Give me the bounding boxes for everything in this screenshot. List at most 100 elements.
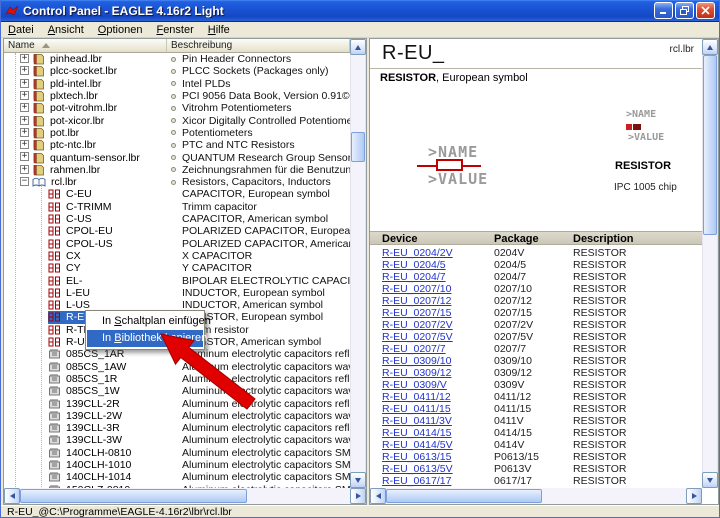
tree-item-139cll-2w[interactable]: 139CLL-2W [48, 410, 124, 422]
tree-item-pinhead.lbr[interactable]: pinhead.lbr [32, 53, 104, 65]
tree-item-085cs_1ar[interactable]: 085CS_1AR [48, 348, 126, 360]
scrollbar-thumb[interactable] [351, 132, 365, 162]
scroll-up-button[interactable] [350, 39, 366, 55]
expand-icon[interactable]: + [20, 103, 29, 112]
tree-item-140clh-0810[interactable]: 140CLH-0810 [48, 447, 133, 459]
device-link[interactable]: R-EU_0613/15 [382, 451, 451, 463]
scroll-up-button[interactable] [702, 39, 718, 55]
device-link[interactable]: R-EU_0207/12 [382, 295, 451, 307]
variant-row-r-eu_0309/v: R-EU_0309/V0309VRESISTOR [370, 379, 702, 391]
tree-item-rahmen.lbr[interactable]: rahmen.lbr [32, 164, 102, 176]
tree-item-cy[interactable]: CY [48, 262, 83, 274]
scroll-down-button[interactable] [702, 472, 718, 488]
expand-icon[interactable]: + [20, 91, 29, 100]
tree-item-085cs_1r[interactable]: 085CS_1R [48, 373, 119, 385]
tree-item-085cs_1aw[interactable]: 085CS_1AW [48, 361, 128, 373]
tree-item-l-eu[interactable]: L-EU [48, 287, 92, 299]
tree-item-plcc-socket.lbr[interactable]: plcc-socket.lbr [32, 65, 119, 77]
tree-item-label: 140CLH-1014 [64, 471, 133, 483]
menu-hilfe[interactable]: Hilfe [201, 23, 237, 37]
device-link[interactable]: R-EU_0411/15 [382, 403, 451, 415]
scroll-left-button[interactable] [370, 488, 386, 504]
description-cell: RESISTOR [573, 415, 626, 427]
package-cell: 0414V [494, 439, 524, 451]
device-link[interactable]: R-EU_0207/2V [382, 319, 453, 331]
scroll-right-button[interactable] [686, 488, 702, 504]
tree-item-rcl.lbr[interactable]: rcl.lbr [32, 176, 79, 188]
menu-datei[interactable]: Datei [1, 23, 41, 37]
device-icon [48, 238, 61, 250]
device-link[interactable]: R-EU_0411/12 [382, 391, 451, 403]
tree-row-cx: CXX CAPACITOR [5, 250, 350, 262]
expand-icon[interactable]: + [20, 54, 29, 63]
close-button[interactable] [696, 2, 715, 19]
expand-icon[interactable]: + [20, 128, 29, 137]
library-icon [32, 53, 45, 65]
tree-item-085cs_1w[interactable]: 085CS_1W [48, 385, 122, 397]
scroll-down-button[interactable] [350, 472, 366, 488]
expand-icon[interactable]: + [20, 140, 29, 149]
device-link[interactable]: R-EU_0613/5V [382, 463, 453, 475]
tree-item-plxtech.lbr[interactable]: plxtech.lbr [32, 90, 100, 102]
tree-item-pot-xicor.lbr[interactable]: pot-xicor.lbr [32, 115, 106, 127]
tree-item-cx[interactable]: CX [48, 250, 83, 262]
expand-icon[interactable]: + [20, 79, 29, 88]
device-link[interactable]: R-EU_0411/3V [382, 415, 452, 427]
menu-fenster[interactable]: Fenster [149, 23, 200, 37]
collapse-icon[interactable]: − [20, 177, 29, 186]
device-link[interactable]: R-EU_0414/5V [382, 439, 453, 451]
tree-item-139cll-2r[interactable]: 139CLL-2R [48, 397, 122, 409]
scroll-left-button[interactable] [4, 488, 20, 504]
scrollbar-thumb[interactable] [703, 55, 717, 235]
tree-item-el-[interactable]: EL- [48, 274, 84, 286]
tree-item-c-trimm[interactable]: C-TRIMM [48, 201, 114, 213]
device-link[interactable]: R-EU_0207/10 [382, 283, 451, 295]
tree-item-cpol-us[interactable]: CPOL-US [48, 238, 115, 250]
tree-item-c-us[interactable]: C-US [48, 213, 94, 225]
device-link[interactable]: R-EU_0414/15 [382, 427, 451, 439]
expand-icon[interactable]: + [20, 152, 29, 161]
tree-item-pot.lbr[interactable]: pot.lbr [32, 127, 81, 139]
tree-item-139cll-3w[interactable]: 139CLL-3W [48, 434, 124, 446]
device-link[interactable]: R-EU_0207/15 [382, 307, 451, 319]
tree-item-pot-vitrohm.lbr[interactable]: pot-vitrohm.lbr [32, 102, 119, 114]
tree-item-c-eu[interactable]: C-EU [48, 188, 94, 200]
device-link[interactable]: R-EU_0204/7 [382, 271, 446, 283]
tree-item-140clh-1014[interactable]: 140CLH-1014 [48, 471, 133, 483]
variant-table: R-EU_0204/2V0204VRESISTORR-EU_0204/50204… [370, 247, 702, 488]
tree-vertical-scrollbar[interactable] [350, 39, 366, 488]
tree-item-cpol-eu[interactable]: CPOL-EU [48, 225, 115, 237]
detail-horizontal-scrollbar[interactable] [370, 488, 702, 504]
description-cell: RESISTOR [573, 367, 626, 379]
device-link[interactable]: R-EU_0207/5V [382, 331, 453, 343]
tree-item-140clh-1010[interactable]: 140CLH-1010 [48, 459, 133, 471]
expand-icon[interactable]: + [20, 116, 29, 125]
column-header-description[interactable]: Beschreibung [167, 39, 350, 53]
expand-icon[interactable]: + [20, 165, 29, 174]
tree-item-quantum-sensor.lbr[interactable]: quantum-sensor.lbr [32, 151, 142, 163]
device-link[interactable]: R-EU_0617/17 [382, 475, 451, 487]
device-link[interactable]: R-EU_0309/12 [382, 367, 451, 379]
tree-item-139cll-3r[interactable]: 139CLL-3R [48, 422, 122, 434]
scroll-right-button[interactable] [350, 488, 366, 504]
column-header-name[interactable]: Name [4, 39, 167, 53]
minimize-button[interactable] [654, 2, 673, 19]
scrollbar-thumb[interactable] [386, 489, 542, 503]
scrollbar-thumb[interactable] [20, 489, 247, 503]
tree-item-ptc-ntc.lbr[interactable]: ptc-ntc.lbr [32, 139, 98, 151]
device-link[interactable]: R-EU_0204/5 [382, 259, 446, 271]
tree-item-pld-intel.lbr[interactable]: pld-intel.lbr [32, 78, 103, 90]
menu-optionen[interactable]: Optionen [91, 23, 150, 37]
library-status-icon [171, 94, 176, 99]
device-link[interactable]: R-EU_0309/V [382, 379, 447, 391]
tree-row-rcl.lbr: −rcl.lbrResistors, Capacitors, Inductors [5, 176, 350, 188]
tree-horizontal-scrollbar[interactable] [4, 488, 366, 504]
menu-ansicht[interactable]: Ansicht [41, 23, 91, 37]
device-link[interactable]: R-EU_0309/10 [382, 355, 451, 367]
device-link[interactable]: R-EU_0204/2V [382, 247, 453, 259]
device-link[interactable]: R-EU_0207/7 [382, 343, 446, 355]
restore-button[interactable] [675, 2, 694, 19]
expand-icon[interactable]: + [20, 66, 29, 75]
library-status-icon [171, 143, 176, 148]
detail-vertical-scrollbar[interactable] [702, 39, 718, 488]
